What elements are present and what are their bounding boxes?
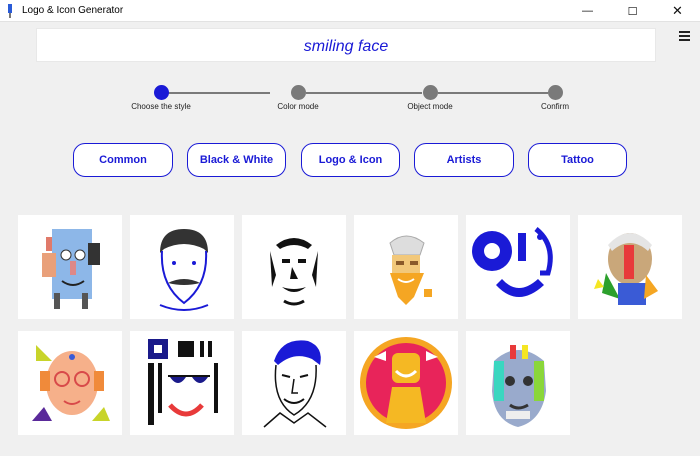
- gallery-tile[interactable]: [130, 331, 234, 435]
- face-portrait-stencil-bw: [270, 238, 318, 306]
- prompt-field[interactable]: smiling face: [36, 28, 656, 62]
- face-portrait-colorful-pop-art: [492, 345, 546, 427]
- style-button-black-white[interactable]: Black & White: [187, 143, 286, 177]
- step-color-mode[interactable]: Color mode: [243, 82, 353, 111]
- gallery-tile[interactable]: [466, 215, 570, 319]
- step-dot: [422, 85, 438, 100]
- step-choose-style[interactable]: Choose the style: [106, 82, 216, 111]
- prompt-text: smiling face: [303, 38, 389, 55]
- gallery-tile[interactable]: [242, 331, 346, 435]
- hamburger-menu-icon[interactable]: [679, 31, 690, 41]
- face-portrait-orange-beard: [389, 235, 432, 305]
- face-portrait-bald-glasses: [32, 345, 110, 421]
- step-label: Choose the style: [131, 102, 191, 111]
- step-dot: [153, 85, 169, 100]
- face-portrait-cubist-blue: [42, 229, 100, 309]
- main-content: smiling face Choose the style Color mode…: [0, 22, 700, 456]
- step-object-mode[interactable]: Object mode: [375, 82, 485, 111]
- face-portrait-red-circle-smile: [360, 337, 452, 429]
- window-title: Logo & Icon Generator: [22, 5, 124, 16]
- stepper: Choose the style Color mode Object mode …: [0, 82, 700, 122]
- title-bar: Logo & Icon Generator — ☐ ✕: [0, 0, 700, 22]
- face-portrait-blue-sketch: [263, 340, 327, 428]
- step-label: Object mode: [407, 102, 453, 111]
- face-portrait-geometric-bauhaus: [148, 339, 218, 425]
- gallery-tile[interactable]: [18, 215, 122, 319]
- close-button[interactable]: ✕: [655, 0, 700, 22]
- step-label: Color mode: [277, 102, 319, 111]
- style-button-common[interactable]: Common: [73, 143, 173, 177]
- step-confirm[interactable]: Confirm: [500, 82, 610, 111]
- gallery-tile[interactable]: [466, 331, 570, 435]
- gallery-tile[interactable]: [354, 215, 458, 319]
- step-dot: [547, 85, 563, 100]
- step-label: Confirm: [540, 102, 569, 111]
- app-icon: [8, 4, 12, 18]
- gallery-tile[interactable]: [578, 215, 682, 319]
- face-portrait-colorful-patchwork: [594, 233, 658, 305]
- step-dot: [290, 85, 306, 100]
- style-button-artists[interactable]: Artists: [414, 143, 514, 177]
- gallery-tile[interactable]: [130, 215, 234, 319]
- style-button-tattoo[interactable]: Tattoo: [528, 143, 627, 177]
- face-portrait-blue-picasso: [472, 227, 553, 297]
- style-button-logo-icon[interactable]: Logo & Icon: [301, 143, 400, 177]
- maximize-button[interactable]: ☐: [610, 0, 655, 22]
- gallery-tile[interactable]: [242, 215, 346, 319]
- face-portrait-mustache-lineart: [159, 229, 209, 311]
- minimize-button[interactable]: —: [565, 0, 610, 22]
- gallery-tile[interactable]: [18, 331, 122, 435]
- gallery-tile[interactable]: [354, 331, 458, 435]
